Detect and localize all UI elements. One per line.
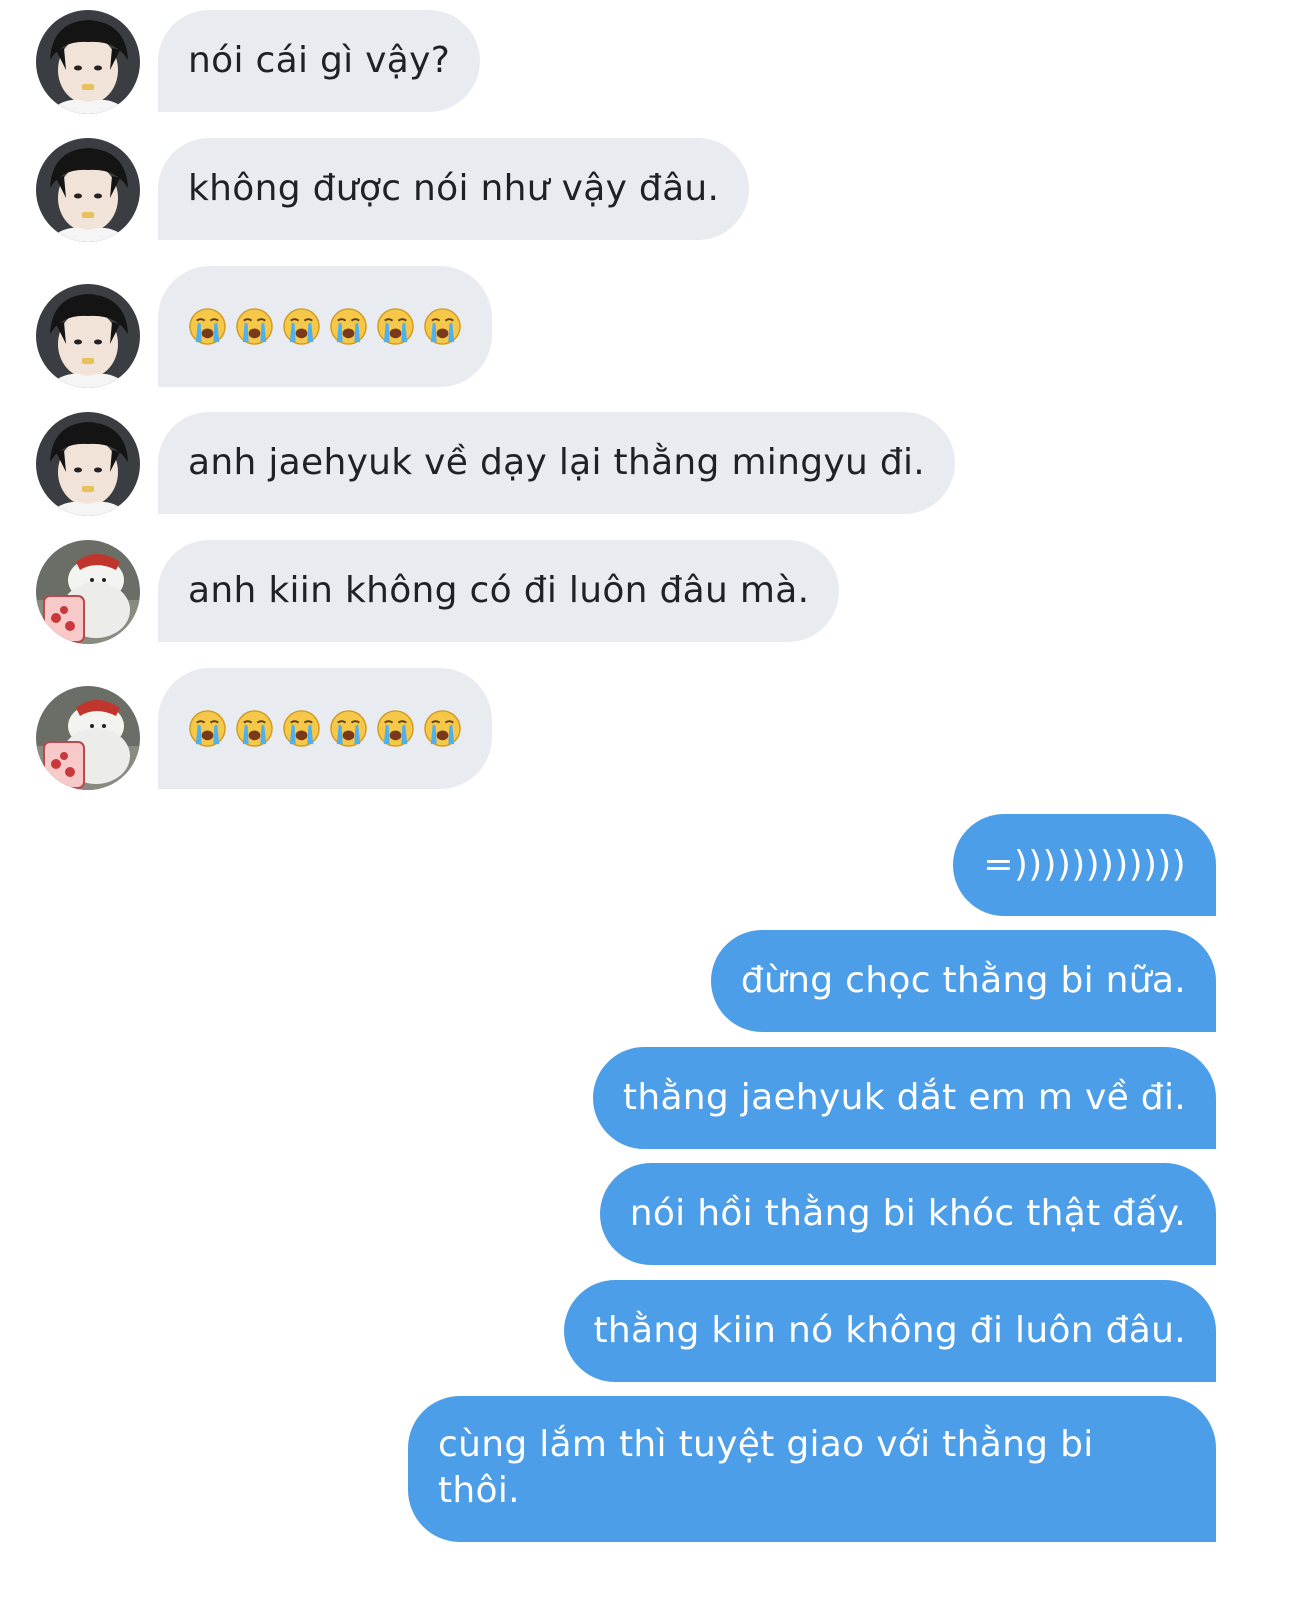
outgoing-message-bubble[interactable]: cùng lắm thì tuyệt giao với thằng bi thô… [408, 1396, 1216, 1542]
person-avatar-icon [36, 284, 140, 388]
incoming-message-bubble[interactable]: nói cái gì vậy? [158, 10, 481, 112]
outgoing-message-bubble[interactable]: thằng jaehyuk dắt em m về đi. [592, 1047, 1216, 1149]
message-text: đừng chọc thằng bi nữa. [740, 960, 1186, 1001]
emoji-row [188, 303, 462, 349]
outgoing-message-bubble[interactable]: =)))))))))))) [953, 814, 1216, 916]
loudly-crying-face-icon [236, 307, 273, 345]
loudly-crying-face-icon [189, 709, 226, 747]
outgoing-message-bubble[interactable]: thằng kiin nó không đi luôn đâu. [563, 1280, 1216, 1382]
avatar[interactable] [36, 10, 140, 114]
message-text: nói hồi thằng bi khóc thật đấy. [629, 1193, 1186, 1234]
avatar[interactable] [36, 412, 140, 516]
emoji-row [188, 705, 462, 751]
incoming-emoji-bubble[interactable] [158, 266, 492, 387]
polar-bear-avatar-icon [36, 540, 140, 644]
person-avatar-icon [36, 412, 140, 516]
message-text: anh jaehyuk về dạy lại thằng mingyu đi. [188, 442, 926, 483]
message-text: không được nói như vậy đâu. [188, 168, 720, 209]
person-avatar-icon [36, 10, 140, 114]
outgoing-message-bubble[interactable]: nói hồi thằng bi khóc thật đấy. [599, 1163, 1216, 1265]
incoming-emoji-bubble[interactable] [158, 668, 492, 789]
message-text: cùng lắm thì tuyệt giao với thằng bi thô… [438, 1424, 1094, 1511]
loudly-crying-face-icon [377, 709, 414, 747]
incoming-message-bubble[interactable]: không được nói như vậy đâu. [158, 138, 750, 240]
message-text: anh kiin không có đi luôn đâu mà. [188, 570, 810, 611]
loudly-crying-face-icon [283, 307, 320, 345]
loudly-crying-face-icon [330, 307, 367, 345]
person-avatar-icon [36, 138, 140, 242]
avatar[interactable] [36, 138, 140, 242]
loudly-crying-face-icon [377, 307, 414, 345]
loudly-crying-face-icon [424, 307, 461, 345]
loudly-crying-face-icon [424, 709, 461, 747]
avatar[interactable] [36, 284, 140, 388]
message-text: thằng jaehyuk dắt em m về đi. [622, 1077, 1186, 1118]
loudly-crying-face-icon [189, 307, 226, 345]
loudly-crying-face-icon [283, 709, 320, 747]
avatar[interactable] [36, 686, 140, 790]
loudly-crying-face-icon [236, 709, 273, 747]
message-text: thằng kiin nó không đi luôn đâu. [593, 1310, 1186, 1351]
incoming-message-bubble[interactable]: anh kiin không có đi luôn đâu mà. [158, 540, 840, 642]
outgoing-message-bubble[interactable]: đừng chọc thằng bi nữa. [710, 930, 1216, 1032]
loudly-crying-face-icon [330, 709, 367, 747]
avatar[interactable] [36, 540, 140, 644]
message-text: =)))))))))))) [983, 844, 1186, 885]
polar-bear-avatar-icon [36, 686, 140, 790]
incoming-message-bubble[interactable]: anh jaehyuk về dạy lại thằng mingyu đi. [158, 412, 956, 514]
message-text: nói cái gì vậy? [188, 40, 451, 81]
chat-thread: nói cái gì vậy? không được nói như vậy đ… [0, 0, 1290, 1615]
